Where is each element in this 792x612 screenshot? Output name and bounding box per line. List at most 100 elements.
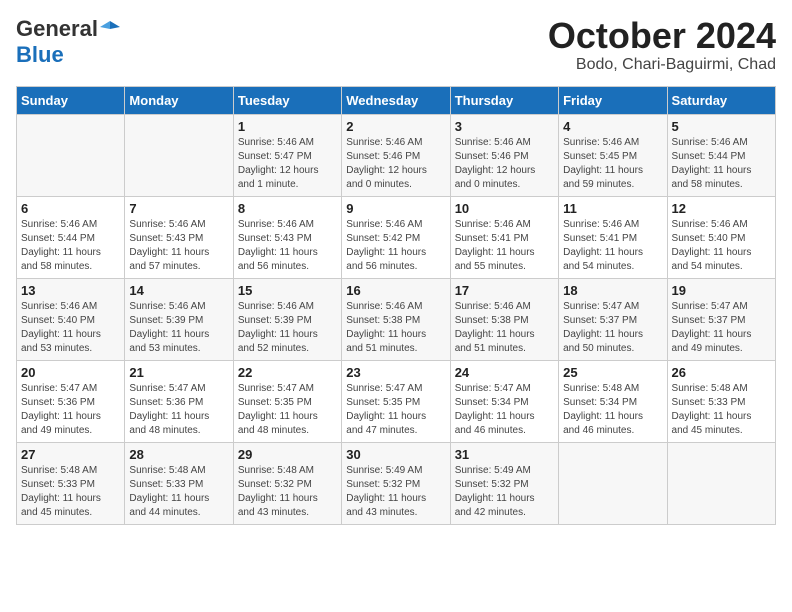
logo-bird-icon [100,19,120,39]
day-number: 19 [672,283,771,298]
day-number: 6 [21,201,120,216]
calendar-cell: 1Sunrise: 5:46 AM Sunset: 5:47 PM Daylig… [233,114,341,196]
day-number: 25 [563,365,662,380]
day-info: Sunrise: 5:47 AM Sunset: 5:37 PM Dayligh… [672,300,771,356]
weekday-header-friday: Friday [559,86,667,114]
weekday-header-saturday: Saturday [667,86,775,114]
calendar-cell [125,114,233,196]
day-info: Sunrise: 5:46 AM Sunset: 5:40 PM Dayligh… [672,218,771,274]
calendar-cell: 19 Sunrise: 5:47 AM Sunset: 5:37 PM Dayli… [667,278,775,360]
day-info: Sunrise: 5:46 AM Sunset: 5:38 PM Dayligh… [455,300,554,356]
calendar-cell: 20 Sunrise: 5:47 AM Sunset: 5:36 PM Dayli… [17,360,125,442]
calendar-cell: 15 Sunrise: 5:46 AM Sunset: 5:39 PM Dayli… [233,278,341,360]
calendar-header-row: SundayMondayTuesdayWednesdayThursdayFrid… [17,86,776,114]
calendar-cell: 4Sunrise: 5:46 AM Sunset: 5:45 PM Daylig… [559,114,667,196]
day-info: Sunrise: 5:47 AM Sunset: 5:35 PM Dayligh… [346,382,445,438]
calendar-cell: 31 Sunrise: 5:49 AM Sunset: 5:32 PM Dayli… [450,442,558,524]
day-number: 29 [238,447,337,462]
calendar-cell: 7 Sunrise: 5:46 AM Sunset: 5:43 PM Daylig… [125,196,233,278]
calendar-cell: 29 Sunrise: 5:48 AM Sunset: 5:32 PM Dayli… [233,442,341,524]
day-number: 30 [346,447,445,462]
day-number: 12 [672,201,771,216]
day-info: Sunrise: 5:46 AM Sunset: 5:43 PM Dayligh… [238,218,337,274]
day-number: 15 [238,283,337,298]
day-number: 23 [346,365,445,380]
day-number: 7 [129,201,228,216]
day-number: 31 [455,447,554,462]
calendar-cell: 27Sunrise: 5:48 AM Sunset: 5:33 PM Dayli… [17,442,125,524]
location-title: Bodo, Chari-Baguirmi, Chad [548,56,776,74]
calendar-cell: 13 Sunrise: 5:46 AM Sunset: 5:40 PM Dayli… [17,278,125,360]
calendar-cell: 23 Sunrise: 5:47 AM Sunset: 5:35 PM Dayli… [342,360,450,442]
day-number: 22 [238,365,337,380]
day-info: Sunrise: 5:47 AM Sunset: 5:34 PM Dayligh… [455,382,554,438]
calendar-week-row: 27Sunrise: 5:48 AM Sunset: 5:33 PM Dayli… [17,442,776,524]
day-number: 9 [346,201,445,216]
calendar-cell: 2 Sunrise: 5:46 AM Sunset: 5:46 PM Daylig… [342,114,450,196]
calendar-cell: 3 Sunrise: 5:46 AM Sunset: 5:46 PM Daylig… [450,114,558,196]
day-number: 3 [455,119,554,134]
calendar-cell: 14 Sunrise: 5:46 AM Sunset: 5:39 PM Dayli… [125,278,233,360]
calendar-cell: 30Sunrise: 5:49 AM Sunset: 5:32 PM Dayli… [342,442,450,524]
day-info: Sunrise: 5:47 AM Sunset: 5:36 PM Dayligh… [129,382,228,438]
calendar-week-row: 6 Sunrise: 5:46 AM Sunset: 5:44 PM Daylig… [17,196,776,278]
calendar-cell: 21 Sunrise: 5:47 AM Sunset: 5:36 PM Dayli… [125,360,233,442]
day-info: Sunrise: 5:46 AM Sunset: 5:46 PM Dayligh… [346,136,445,192]
day-number: 17 [455,283,554,298]
day-info: Sunrise: 5:46 AM Sunset: 5:43 PM Dayligh… [129,218,228,274]
day-info: Sunrise: 5:46 AM Sunset: 5:44 PM Dayligh… [21,218,120,274]
day-number: 24 [455,365,554,380]
calendar-cell: 6 Sunrise: 5:46 AM Sunset: 5:44 PM Daylig… [17,196,125,278]
title-block: October 2024 Bodo, Chari-Baguirmi, Chad [548,16,776,74]
day-info: Sunrise: 5:46 AM Sunset: 5:39 PM Dayligh… [129,300,228,356]
calendar-cell: 10 Sunrise: 5:46 AM Sunset: 5:41 PM Dayli… [450,196,558,278]
day-info: Sunrise: 5:46 AM Sunset: 5:38 PM Dayligh… [346,300,445,356]
day-info: Sunrise: 5:48 AM Sunset: 5:33 PM Dayligh… [129,464,228,520]
logo-blue: Blue [16,42,64,68]
day-number: 1 [238,119,337,134]
calendar-cell [559,442,667,524]
day-number: 8 [238,201,337,216]
day-info: Sunrise: 5:47 AM Sunset: 5:35 PM Dayligh… [238,382,337,438]
day-info: Sunrise: 5:48 AM Sunset: 5:33 PM Dayligh… [672,382,771,438]
weekday-header-monday: Monday [125,86,233,114]
day-number: 20 [21,365,120,380]
calendar-cell: 16 Sunrise: 5:46 AM Sunset: 5:38 PM Dayli… [342,278,450,360]
day-info: Sunrise: 5:46 AM Sunset: 5:40 PM Dayligh… [21,300,120,356]
day-info: Sunrise: 5:48 AM Sunset: 5:32 PM Dayligh… [238,464,337,520]
weekday-header-thursday: Thursday [450,86,558,114]
day-number: 14 [129,283,228,298]
day-number: 26 [672,365,771,380]
day-number: 2 [346,119,445,134]
day-number: 13 [21,283,120,298]
calendar-cell: 24 Sunrise: 5:47 AM Sunset: 5:34 PM Dayli… [450,360,558,442]
month-title: October 2024 [548,16,776,56]
calendar-week-row: 13 Sunrise: 5:46 AM Sunset: 5:40 PM Dayli… [17,278,776,360]
day-info: Sunrise: 5:46 AM Sunset: 5:41 PM Dayligh… [455,218,554,274]
day-number: 5 [672,119,771,134]
logo-general: General [16,16,98,42]
day-info: Sunrise: 5:46 AM Sunset: 5:44 PM Dayligh… [672,136,771,192]
day-number: 16 [346,283,445,298]
day-number: 28 [129,447,228,462]
calendar-cell: 11Sunrise: 5:46 AM Sunset: 5:41 PM Dayli… [559,196,667,278]
day-info: Sunrise: 5:49 AM Sunset: 5:32 PM Dayligh… [455,464,554,520]
day-number: 10 [455,201,554,216]
calendar-cell: 5 Sunrise: 5:46 AM Sunset: 5:44 PM Daylig… [667,114,775,196]
weekday-header-sunday: Sunday [17,86,125,114]
day-number: 18 [563,283,662,298]
calendar-cell: 9Sunrise: 5:46 AM Sunset: 5:42 PM Daylig… [342,196,450,278]
calendar-cell [667,442,775,524]
day-number: 21 [129,365,228,380]
day-info: Sunrise: 5:47 AM Sunset: 5:36 PM Dayligh… [21,382,120,438]
day-info: Sunrise: 5:46 AM Sunset: 5:39 PM Dayligh… [238,300,337,356]
day-info: Sunrise: 5:46 AM Sunset: 5:41 PM Dayligh… [563,218,662,274]
calendar-cell: 28 Sunrise: 5:48 AM Sunset: 5:33 PM Dayli… [125,442,233,524]
calendar-cell: 22 Sunrise: 5:47 AM Sunset: 5:35 PM Dayli… [233,360,341,442]
page-header: General Blue October 2024 Bodo, Chari-Ba… [16,16,776,74]
day-info: Sunrise: 5:47 AM Sunset: 5:37 PM Dayligh… [563,300,662,356]
calendar-cell: 26 Sunrise: 5:48 AM Sunset: 5:33 PM Dayli… [667,360,775,442]
day-info: Sunrise: 5:48 AM Sunset: 5:33 PM Dayligh… [21,464,120,520]
day-info: Sunrise: 5:46 AM Sunset: 5:46 PM Dayligh… [455,136,554,192]
weekday-header-tuesday: Tuesday [233,86,341,114]
